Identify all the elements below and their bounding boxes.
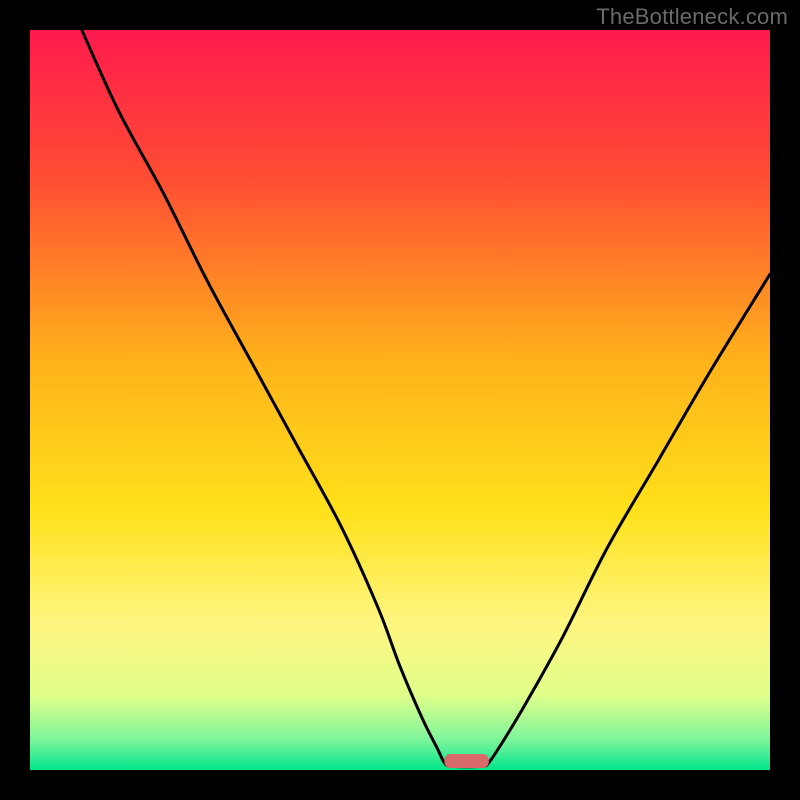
plot-area xyxy=(30,30,770,770)
gradient-background xyxy=(30,30,770,770)
watermark-text: TheBottleneck.com xyxy=(596,4,788,30)
optimal-range-marker xyxy=(444,754,488,768)
chart-frame: TheBottleneck.com xyxy=(0,0,800,800)
chart-svg xyxy=(30,30,770,770)
